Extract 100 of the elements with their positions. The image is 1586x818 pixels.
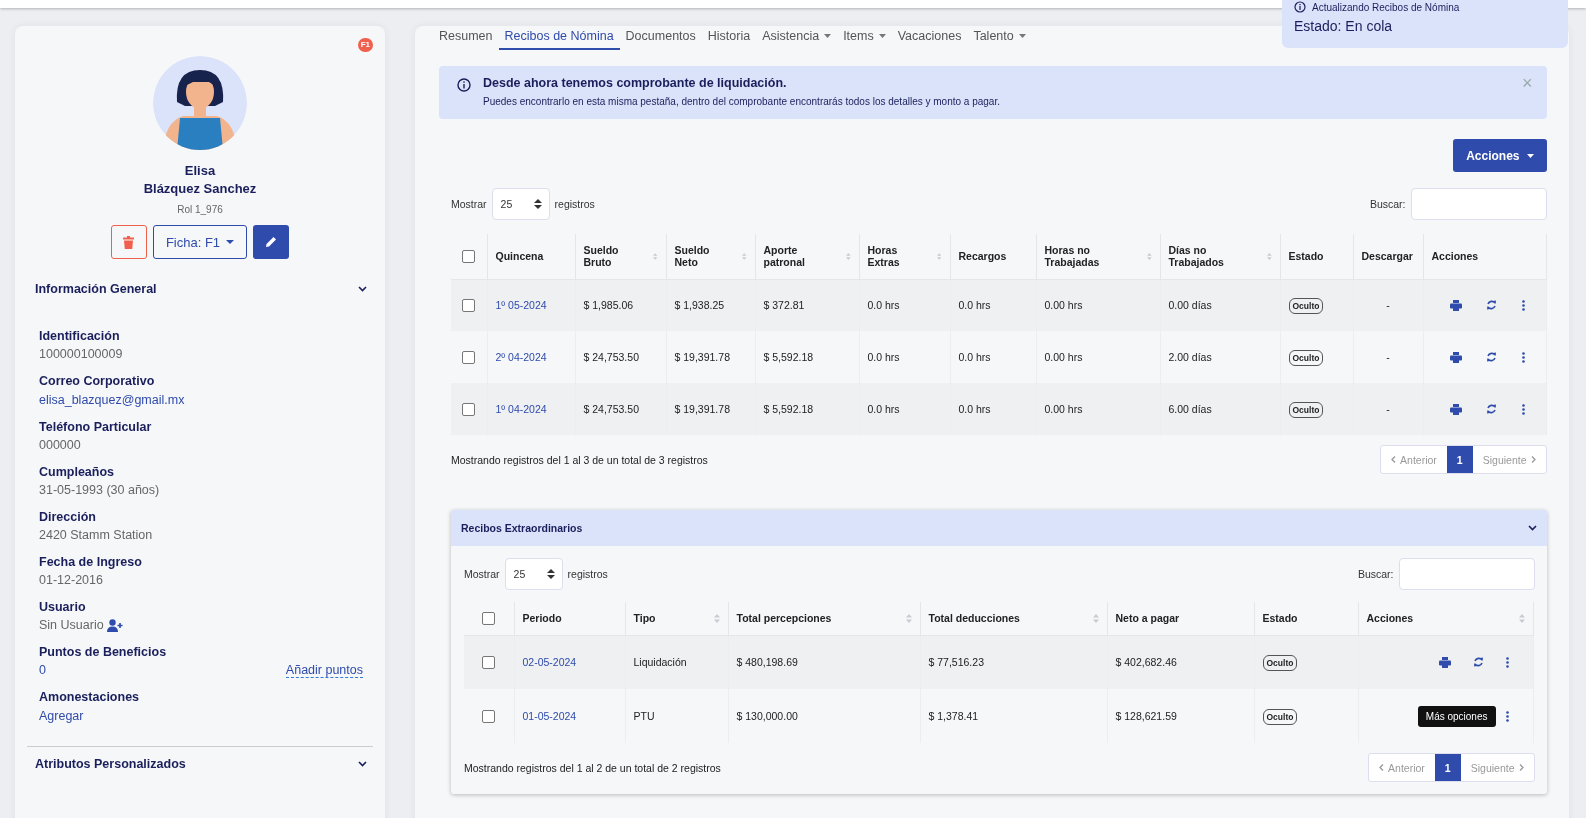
column-header[interactable]: Sueldo Bruto <box>583 244 658 269</box>
print-icon[interactable] <box>1449 299 1462 311</box>
column-header[interactable]: Total percepciones <box>736 612 912 625</box>
table-cell: $ 24,753.50 <box>583 351 639 363</box>
row-checkbox[interactable] <box>482 709 496 723</box>
field-value: Sin Usuario <box>39 617 104 634</box>
select-all-checkbox[interactable] <box>482 612 496 626</box>
table-cell: $ 372.81 <box>763 299 805 312</box>
tab[interactable]: Recibos de Nómina <box>498 29 620 50</box>
row-checkbox[interactable] <box>482 656 496 670</box>
column-header[interactable]: Quincena <box>495 250 567 263</box>
column-header[interactable]: Acciones <box>1366 612 1525 625</box>
field-link[interactable]: Agregar <box>39 709 84 723</box>
table-cell: 6.00 días <box>1168 403 1212 415</box>
print-icon[interactable] <box>1438 656 1451 668</box>
field-label: Cumpleaños <box>39 464 115 481</box>
sort-arrows-icon <box>533 199 542 209</box>
status-badge: Oculto <box>1288 350 1324 366</box>
refresh-icon[interactable] <box>1472 656 1484 669</box>
page-size-select[interactable]: 25 <box>504 558 563 590</box>
print-icon[interactable] <box>1449 351 1462 363</box>
section-title: Atributos Personalizados <box>35 757 186 771</box>
table-cell: - <box>1386 351 1390 363</box>
column-header[interactable]: Descargar <box>1361 250 1415 263</box>
column-header[interactable]: Recargos <box>958 250 1028 263</box>
column-header[interactable]: Sueldo Neto <box>674 244 747 269</box>
column-header[interactable]: Horas no Trabajadas <box>1044 244 1152 269</box>
more-options-icon[interactable] <box>1522 403 1526 415</box>
more-options-icon[interactable] <box>1522 351 1526 363</box>
chevron-right-icon <box>1530 456 1536 463</box>
table-cell: $ 1,985.06 <box>583 299 634 312</box>
ficha-dropdown[interactable]: Ficha: F1 <box>152 225 248 259</box>
column-header[interactable]: Horas Extras <box>867 244 942 269</box>
table-cell[interactable]: 1º 04-2024 <box>495 403 547 415</box>
delete-button[interactable] <box>110 225 147 259</box>
search-label: Buscar: <box>1369 198 1406 210</box>
table-cell: $ 480,198.69 <box>736 656 798 669</box>
refresh-icon[interactable] <box>1486 403 1498 415</box>
more-options-icon[interactable] <box>1505 710 1509 722</box>
add-points-link[interactable]: Añadir puntos <box>285 663 363 678</box>
column-header[interactable]: Tipo <box>633 612 720 625</box>
field-link[interactable]: elisa_blazquez@gmail.mx <box>39 393 185 407</box>
table-cell: - <box>1386 299 1390 312</box>
refresh-icon[interactable] <box>1486 351 1498 363</box>
employee-last-name: Blázquez Sanchez <box>143 180 257 198</box>
status-badge: Oculto <box>1262 709 1298 725</box>
tab[interactable]: Items <box>837 29 892 50</box>
tab[interactable]: Resumen <box>439 29 499 50</box>
table-cell[interactable]: 02-05-2024 <box>522 656 577 669</box>
field-label: Puntos de Beneficios <box>39 644 168 661</box>
column-header[interactable]: Aporte patronal <box>763 244 851 269</box>
chevron-icon[interactable] <box>358 761 367 767</box>
row-checkbox[interactable] <box>462 350 476 364</box>
column-header[interactable]: Días no Trabajados <box>1168 244 1272 269</box>
column-header[interactable]: Neto a pagar <box>1115 612 1246 625</box>
select-all-checkbox[interactable] <box>462 250 476 264</box>
more-options-icon[interactable] <box>1522 299 1526 311</box>
tab[interactable]: Talento <box>967 29 1032 50</box>
alert-text: Puedes encontrarlo en esta misma pestaña, dentro del comprobante encontrarás todos los detalles y monto a pagar. <box>483 96 1001 107</box>
tab[interactable]: Vacaciones <box>891 29 968 50</box>
edit-button[interactable] <box>253 225 290 259</box>
table-cell[interactable]: 1º 05-2024 <box>495 299 547 312</box>
caret-icon <box>824 34 832 38</box>
tab[interactable]: Documentos <box>619 29 702 50</box>
add-user-icon[interactable] <box>106 619 123 632</box>
row-checkbox[interactable] <box>462 299 476 313</box>
panel-title: Recibos Extraordinarios <box>461 522 583 534</box>
page-size-select[interactable]: 25 <box>491 188 550 220</box>
table-cell: - <box>1386 403 1390 415</box>
row-checkbox[interactable] <box>462 402 476 416</box>
column-header[interactable]: Total deducciones <box>928 612 1099 625</box>
field-value: 100000100009 <box>39 346 124 363</box>
print-icon[interactable] <box>1449 403 1462 415</box>
table-cell: $ 128,621.59 <box>1115 710 1177 722</box>
column-header[interactable]: Acciones <box>1431 250 1538 263</box>
more-options-icon[interactable] <box>1505 656 1509 668</box>
table-cell: 0.00 días <box>1168 299 1212 312</box>
caret-icon <box>878 34 886 38</box>
tab[interactable]: Historia <box>701 29 757 50</box>
employee-role: Rol 1_976 <box>177 204 223 215</box>
caret-icon <box>1018 34 1026 38</box>
tab[interactable]: Asistencia <box>756 29 838 50</box>
table-cell[interactable]: 01-05-2024 <box>522 710 577 722</box>
search-field[interactable] <box>1410 188 1547 220</box>
actions-dropdown[interactable]: Acciones <box>1453 139 1547 172</box>
toast-title: Actualizando Recibos de Nómina <box>1312 1 1460 13</box>
chevron-icon[interactable] <box>358 286 367 292</box>
field-value: 2420 Stamm Station <box>39 527 154 544</box>
search-field[interactable] <box>1398 558 1535 590</box>
table-cell: 0.00 hrs <box>1044 403 1083 415</box>
table-cell[interactable]: 2º 04-2024 <box>495 351 547 363</box>
page-button[interactable]: 1 <box>1446 446 1473 473</box>
page-button[interactable]: 1 <box>1434 754 1461 781</box>
chevron-icon[interactable] <box>1527 525 1537 531</box>
column-header[interactable]: Estado <box>1262 612 1350 625</box>
column-header[interactable]: Estado <box>1288 250 1345 263</box>
column-header[interactable]: Periodo <box>522 612 617 625</box>
table-cell: PTU <box>633 710 655 722</box>
pencil-icon <box>265 236 278 248</box>
refresh-icon[interactable] <box>1486 299 1498 312</box>
